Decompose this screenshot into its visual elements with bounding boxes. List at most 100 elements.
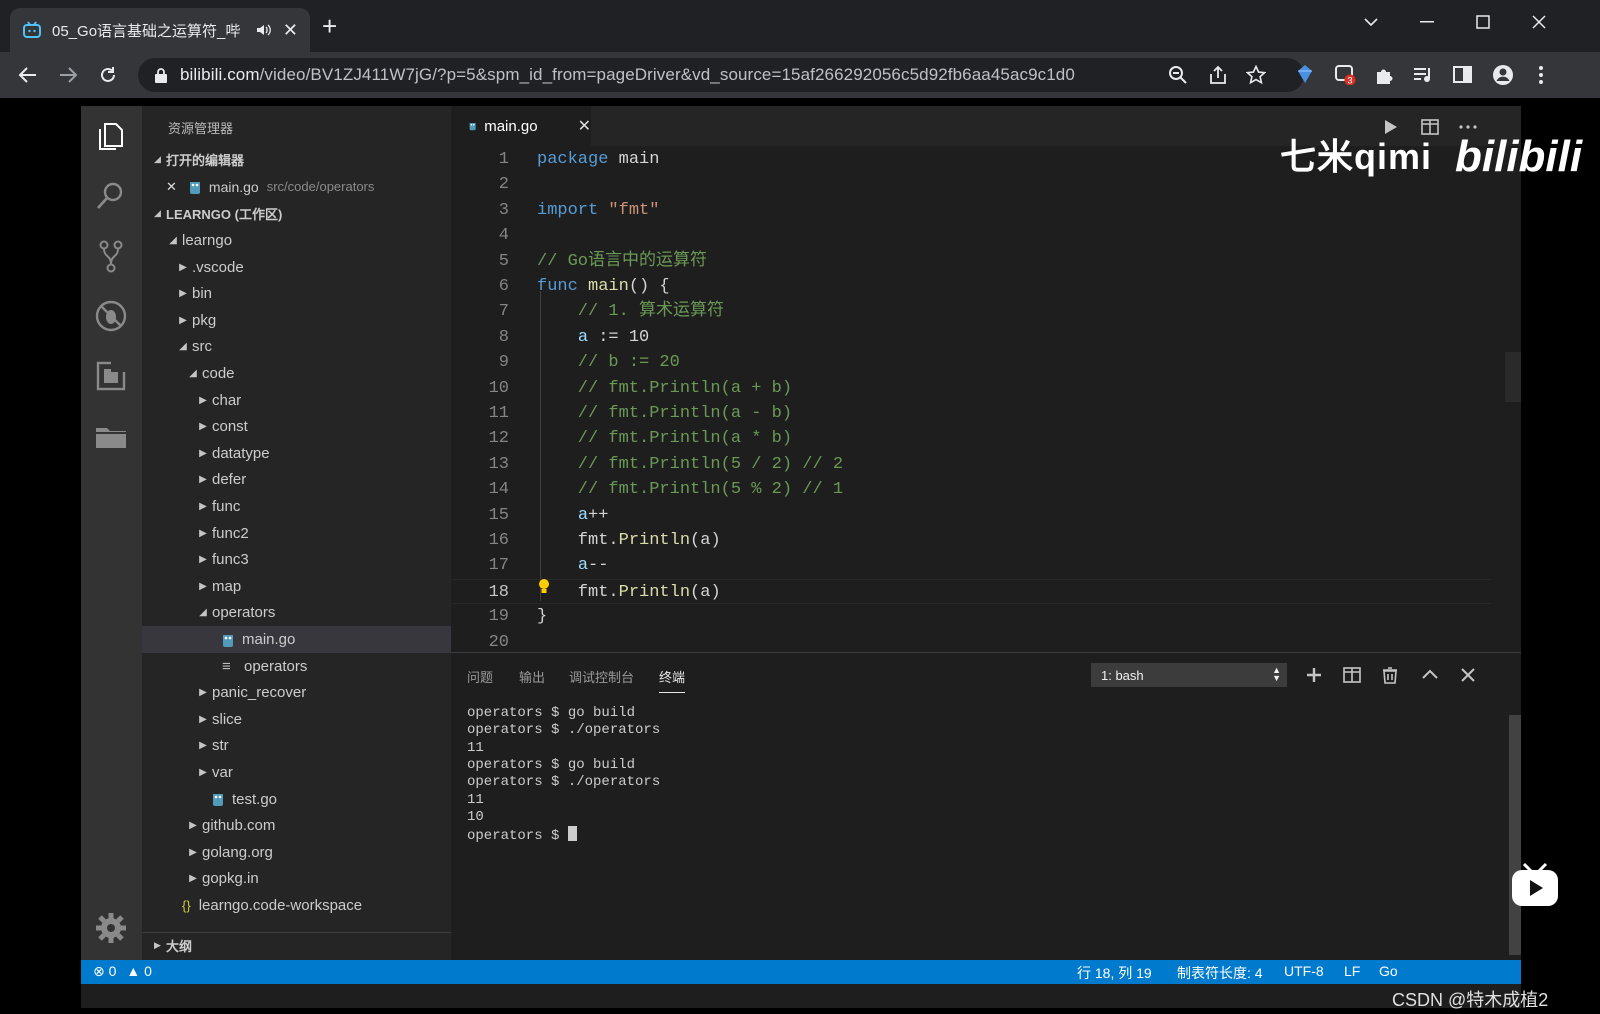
zoom-icon[interactable]: [1168, 65, 1188, 85]
editor-tab-main-go[interactable]: main.go ✕: [451, 106, 591, 146]
editor-scrollbar[interactable]: [1505, 352, 1521, 402]
language-mode[interactable]: Go: [1379, 963, 1398, 979]
code-editor[interactable]: 1 package main 2 3 import "fmt" 4 5 // Go语言中的运算…: [451, 146, 1521, 652]
search-icon[interactable]: [93, 178, 129, 214]
project-folder-icon[interactable]: [93, 418, 129, 454]
tree-item[interactable]: ▶ gopkg.in: [142, 865, 451, 892]
address-bar[interactable]: bilibili.com/video/BV1ZJ411W7jG/?p=5&spm…: [138, 58, 1304, 92]
tree-item[interactable]: ▶ bin: [142, 280, 451, 307]
tree-item[interactable]: ▶ char: [142, 387, 451, 414]
encoding[interactable]: UTF-8: [1284, 963, 1324, 979]
tab-output[interactable]: 输出: [519, 667, 545, 686]
tab-terminal[interactable]: 终端: [659, 667, 686, 693]
open-editor-item[interactable]: ✕ main.go src/code/operators: [142, 173, 451, 200]
profile-avatar-icon[interactable]: [1492, 64, 1514, 86]
split-terminal-icon[interactable]: [1342, 665, 1362, 685]
tab-size[interactable]: 制表符长度: 4: [1177, 963, 1263, 983]
bilibili-tv-play-icon[interactable]: [1510, 862, 1560, 908]
menu-kebab-icon[interactable]: [1530, 64, 1552, 86]
tree-item[interactable]: ▶ .vscode: [142, 254, 451, 281]
tab-problems[interactable]: 问题: [467, 667, 493, 686]
speaker-icon[interactable]: [255, 21, 273, 39]
problems-status[interactable]: ⊗ 0 ▲ 0: [93, 963, 152, 980]
reload-icon[interactable]: [96, 63, 120, 87]
side-panel-icon[interactable]: [1452, 64, 1474, 86]
back-arrow-icon[interactable]: [16, 63, 40, 87]
close-editor-icon[interactable]: ✕: [166, 179, 177, 195]
code-line[interactable]: 4: [451, 223, 1491, 248]
code-line[interactable]: 15 a++: [451, 503, 1491, 528]
tree-item[interactable]: ▶ func2: [142, 520, 451, 547]
debug-no-bug-icon[interactable]: [93, 298, 129, 334]
bookmark-star-icon[interactable]: [1246, 65, 1266, 85]
settings-gear-icon[interactable]: [93, 910, 129, 946]
tree-item[interactable]: ▶ func3: [142, 546, 451, 573]
tree-item[interactable]: ▶ var: [142, 759, 451, 786]
maximize-icon[interactable]: [1468, 10, 1498, 34]
source-control-icon[interactable]: [93, 238, 129, 274]
extensions-puzzle-icon[interactable]: [1374, 64, 1396, 86]
tree-item[interactable]: ▶ map: [142, 573, 451, 600]
media-playlist-icon[interactable]: [1412, 64, 1434, 86]
extension-gem-icon[interactable]: [1294, 63, 1316, 85]
tree-item[interactable]: ▶ str: [142, 732, 451, 759]
tree-item[interactable]: ▶ golang.org: [142, 839, 451, 866]
code-line[interactable]: 3 import "fmt": [451, 198, 1491, 223]
extensions-icon[interactable]: [93, 358, 129, 394]
tree-item[interactable]: ≡ operators: [142, 653, 451, 680]
end-of-line[interactable]: LF: [1344, 963, 1360, 979]
tree-item[interactable]: ▶ github.com: [142, 812, 451, 839]
code-line[interactable]: 12 // fmt.Println(a * b): [451, 426, 1491, 451]
tab-debug-console[interactable]: 调试控制台: [569, 667, 634, 686]
open-editors-header[interactable]: ◢ 打开的编辑器: [142, 146, 451, 172]
code-line[interactable]: 11 // fmt.Println(a - b): [451, 401, 1491, 426]
new-tab-button[interactable]: +: [322, 13, 337, 39]
tree-item[interactable]: ▶ datatype: [142, 440, 451, 467]
tree-item[interactable]: main.go: [142, 626, 451, 653]
close-panel-icon[interactable]: [1458, 665, 1478, 685]
workspace-header[interactable]: ◢ LEARNGO (工作区): [142, 200, 451, 226]
tab-close-icon[interactable]: ✕: [283, 20, 298, 41]
code-line[interactable]: 9 // b := 20: [451, 350, 1491, 375]
code-line[interactable]: 13 // fmt.Println(5 / 2) // 2: [451, 452, 1491, 477]
share-icon[interactable]: [1208, 65, 1228, 85]
tree-item[interactable]: ▶ pkg: [142, 307, 451, 334]
tree-item[interactable]: ◢ operators: [142, 599, 451, 626]
tree-item[interactable]: ▶ func: [142, 493, 451, 520]
minimize-icon[interactable]: [1412, 10, 1442, 34]
tree-item[interactable]: ▶ defer: [142, 466, 451, 493]
tab-search-icon[interactable]: [1356, 10, 1386, 34]
code-line[interactable]: 6 func main() {: [451, 274, 1491, 299]
kill-terminal-trash-icon[interactable]: [1380, 665, 1400, 685]
code-line[interactable]: 8 a := 10: [451, 325, 1491, 350]
extension-badge-icon[interactable]: 3: [1334, 63, 1356, 85]
lightbulb-icon[interactable]: [537, 578, 551, 596]
tree-item[interactable]: ◢ code: [142, 360, 451, 387]
code-line[interactable]: 19}: [451, 604, 1491, 629]
tree-item[interactable]: {} learngo.code-workspace: [142, 892, 451, 919]
tree-item[interactable]: ▶ const: [142, 413, 451, 440]
code-line[interactable]: 17 a--: [451, 553, 1491, 578]
terminal-select[interactable]: 1: bash ▲ ▼: [1091, 663, 1287, 687]
tree-item[interactable]: ▶ panic_recover: [142, 679, 451, 706]
code-line[interactable]: 16 fmt.Println(a): [451, 528, 1491, 553]
tree-item[interactable]: ◢ learngo: [142, 227, 451, 254]
browser-tab[interactable]: 05_Go语言基础之运算符_哔 ✕: [10, 8, 310, 52]
maximize-panel-chevron-icon[interactable]: [1420, 665, 1440, 685]
close-tab-icon[interactable]: ✕: [578, 116, 591, 136]
terminal-scrollbar[interactable]: [1509, 715, 1521, 955]
close-window-icon[interactable]: [1524, 10, 1554, 34]
cursor-position[interactable]: 行 18, 列 19: [1077, 963, 1152, 983]
new-terminal-plus-icon[interactable]: [1304, 665, 1324, 685]
code-line[interactable]: 5 // Go语言中的运算符: [451, 249, 1491, 274]
tree-item[interactable]: ◢ src: [142, 333, 451, 360]
code-line[interactable]: 10 // fmt.Println(a + b): [451, 376, 1491, 401]
outline-header[interactable]: ▶ 大纲: [142, 932, 451, 958]
explorer-files-icon[interactable]: [93, 118, 129, 154]
code-line[interactable]: 20: [451, 630, 1491, 652]
forward-arrow-icon[interactable]: [56, 63, 80, 87]
code-line[interactable]: 7 // 1. 算术运算符: [451, 299, 1491, 324]
code-line[interactable]: 18 fmt.Println(a): [451, 578, 1491, 604]
lock-icon[interactable]: [154, 67, 168, 83]
code-line[interactable]: 14 // fmt.Println(5 % 2) // 1: [451, 477, 1491, 502]
